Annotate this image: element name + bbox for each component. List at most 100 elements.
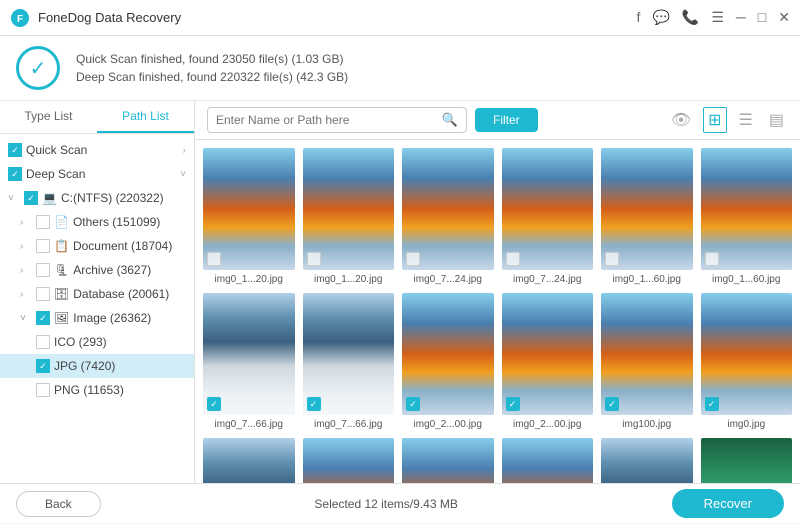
back-button[interactable]: Back — [16, 491, 101, 517]
c-drive-label: C:(NTFS) (220322) — [61, 191, 186, 205]
tree-database[interactable]: › 🗄 Database (20061) — [0, 282, 194, 306]
grid-item[interactable]: img0_1...60.jpg — [601, 148, 693, 285]
grid-item-image: ✓ — [701, 293, 793, 415]
tree-archive[interactable]: › 🗜 Archive (3627) — [0, 258, 194, 282]
grid-item[interactable]: ✓img0_2...00.jpg — [502, 293, 594, 430]
png-check[interactable] — [36, 383, 50, 397]
grid-item-label: img0_1...60.jpg — [601, 274, 693, 285]
list-view-icon[interactable]: ☰ — [735, 108, 757, 132]
chat-icon[interactable]: 💬 — [652, 9, 669, 26]
grid-item[interactable]: img0_1...60.jpg — [701, 148, 793, 285]
grid-item[interactable]: ✓img102.jpg — [601, 438, 693, 483]
toolbar-right: 👁 ⊞ ☰ ▤ — [667, 107, 788, 133]
grid-item-image — [701, 148, 793, 270]
grid-item[interactable]: ✓img0.jpg — [701, 293, 793, 430]
grid-item-checkbox[interactable]: ✓ — [207, 397, 221, 411]
grid-view-icon[interactable]: ⊞ — [703, 107, 726, 133]
archive-check[interactable] — [36, 263, 50, 277]
toolbar: 🔍 Filter 👁 ⊞ ☰ ▤ — [195, 101, 800, 140]
recover-button[interactable]: Recover — [672, 489, 784, 518]
others-check[interactable] — [36, 215, 50, 229]
search-input[interactable] — [216, 113, 442, 127]
grid-item-label: img0_7...66.jpg — [203, 419, 295, 430]
svg-text:F: F — [17, 14, 23, 25]
grid-item[interactable]: img0_7...24.jpg — [402, 148, 494, 285]
grid-item-checkbox[interactable] — [705, 252, 719, 266]
others-label: Others (151099) — [73, 215, 186, 229]
tab-path-list[interactable]: Path List — [97, 101, 194, 133]
grid-item[interactable]: ✓ img0_7...66.jpg — [203, 293, 295, 430]
grid-item-image — [502, 148, 594, 270]
grid-item-label: img0_1...20.jpg — [303, 274, 395, 285]
detail-view-icon[interactable]: ▤ — [765, 108, 788, 132]
document-check[interactable] — [36, 239, 50, 253]
grid-item-checkbox[interactable] — [605, 252, 619, 266]
quick-scan-check[interactable]: ✓ — [8, 143, 22, 157]
grid-item[interactable]: img0_7...24.jpg — [502, 148, 594, 285]
tree-c-drive[interactable]: ˅ ✓ 💻 C:(NTFS) (220322) — [0, 186, 194, 210]
grid-item[interactable]: ✓ img100.jpg — [601, 293, 693, 430]
filter-button[interactable]: Filter — [475, 108, 538, 132]
ico-label: ICO (293) — [54, 335, 186, 349]
tree-quick-scan[interactable]: ✓ Quick Scan › — [0, 138, 194, 162]
deep-scan-label: Deep Scan — [26, 167, 180, 181]
ico-check[interactable] — [36, 335, 50, 349]
database-arrow: › — [20, 289, 32, 300]
png-label: PNG (11653) — [54, 383, 186, 397]
header: ✓ Quick Scan finished, found 23050 file(… — [0, 36, 800, 101]
grid-item-checkbox[interactable]: ✓ — [605, 397, 619, 411]
grid-item-checkbox[interactable]: ✓ — [705, 397, 719, 411]
grid-item-checkbox[interactable] — [406, 252, 420, 266]
grid-item-checkbox[interactable]: ✓ — [406, 397, 420, 411]
search-icon: 🔍 — [442, 112, 458, 128]
document-arrow: › — [20, 241, 32, 252]
grid-item[interactable]: ✓img0_2...40.jpg — [402, 438, 494, 483]
tree-image[interactable]: ˅ ✓ 🖼 Image (26362) — [0, 306, 194, 330]
tree-ico[interactable]: ICO (293) — [0, 330, 194, 354]
tree-jpg[interactable]: ✓ JPG (7420) — [0, 354, 194, 378]
phone-icon[interactable]: 📞 — [682, 9, 699, 26]
deep-scan-check[interactable]: ✓ — [8, 167, 22, 181]
grid-item-image — [402, 148, 494, 270]
content-area: 🔍 Filter 👁 ⊞ ☰ ▤ img0_1...20.jpgimg0_1..… — [195, 101, 800, 483]
image-check[interactable]: ✓ — [36, 311, 50, 325]
tree-document[interactable]: › 📋 Document (18704) — [0, 234, 194, 258]
grid-item-label: img100.jpg — [601, 419, 693, 430]
close-icon[interactable]: ✕ — [778, 9, 790, 26]
grid-item-image: ✓ — [502, 438, 594, 483]
tree-deep-scan[interactable]: ✓ Deep Scan ˅ — [0, 162, 194, 186]
grid-item[interactable]: ✓img100.jpg — [303, 438, 395, 483]
maximize-icon[interactable]: □ — [758, 9, 766, 26]
tree-others[interactable]: › 📄 Others (151099) — [0, 210, 194, 234]
grid-item[interactable]: ✓img0_7...66.jpg — [303, 293, 395, 430]
eye-view-icon[interactable]: 👁 — [667, 108, 695, 132]
grid-item[interactable]: img0_1...20.jpg — [203, 148, 295, 285]
grid-item[interactable]: ✓img2.jpg — [701, 438, 793, 483]
grid-item-image: ✓ — [303, 293, 395, 415]
jpg-check[interactable]: ✓ — [36, 359, 50, 373]
grid-item-checkbox[interactable] — [207, 252, 221, 266]
grid-item-checkbox[interactable] — [506, 252, 520, 266]
c-drive-check[interactable]: ✓ — [24, 191, 38, 205]
quick-scan-status: Quick Scan finished, found 23050 file(s)… — [76, 52, 348, 66]
facebook-icon[interactable]: f — [637, 9, 641, 26]
grid-item-image: ✓ — [203, 438, 295, 483]
grid-item-checkbox[interactable]: ✓ — [506, 397, 520, 411]
grid-item-image: ✓ — [601, 293, 693, 415]
grid-item[interactable]: ✓img0.jpg — [203, 438, 295, 483]
search-box[interactable]: 🔍 — [207, 107, 467, 133]
grid-item-checkbox[interactable] — [307, 252, 321, 266]
minimize-icon[interactable]: ─ — [736, 9, 746, 26]
grid-item[interactable]: img0_1...20.jpg — [303, 148, 395, 285]
tab-type-list[interactable]: Type List — [0, 101, 97, 133]
grid-item[interactable]: ✓ img0_2...00.jpg — [402, 293, 494, 430]
grid-item-label: img0_2...00.jpg — [402, 419, 494, 430]
image-grid: img0_1...20.jpg img0_1...20.jpg img0_7...2… — [203, 148, 792, 483]
tree-png[interactable]: PNG (11653) — [0, 378, 194, 402]
menu-icon[interactable]: ☰ — [711, 9, 724, 26]
database-icon: 🗄 — [54, 287, 69, 301]
database-check[interactable] — [36, 287, 50, 301]
c-drive-arrow: ˅ — [8, 193, 20, 204]
grid-item-checkbox[interactable]: ✓ — [307, 397, 321, 411]
grid-item[interactable]: ✓img0_2...40.jpg — [502, 438, 594, 483]
